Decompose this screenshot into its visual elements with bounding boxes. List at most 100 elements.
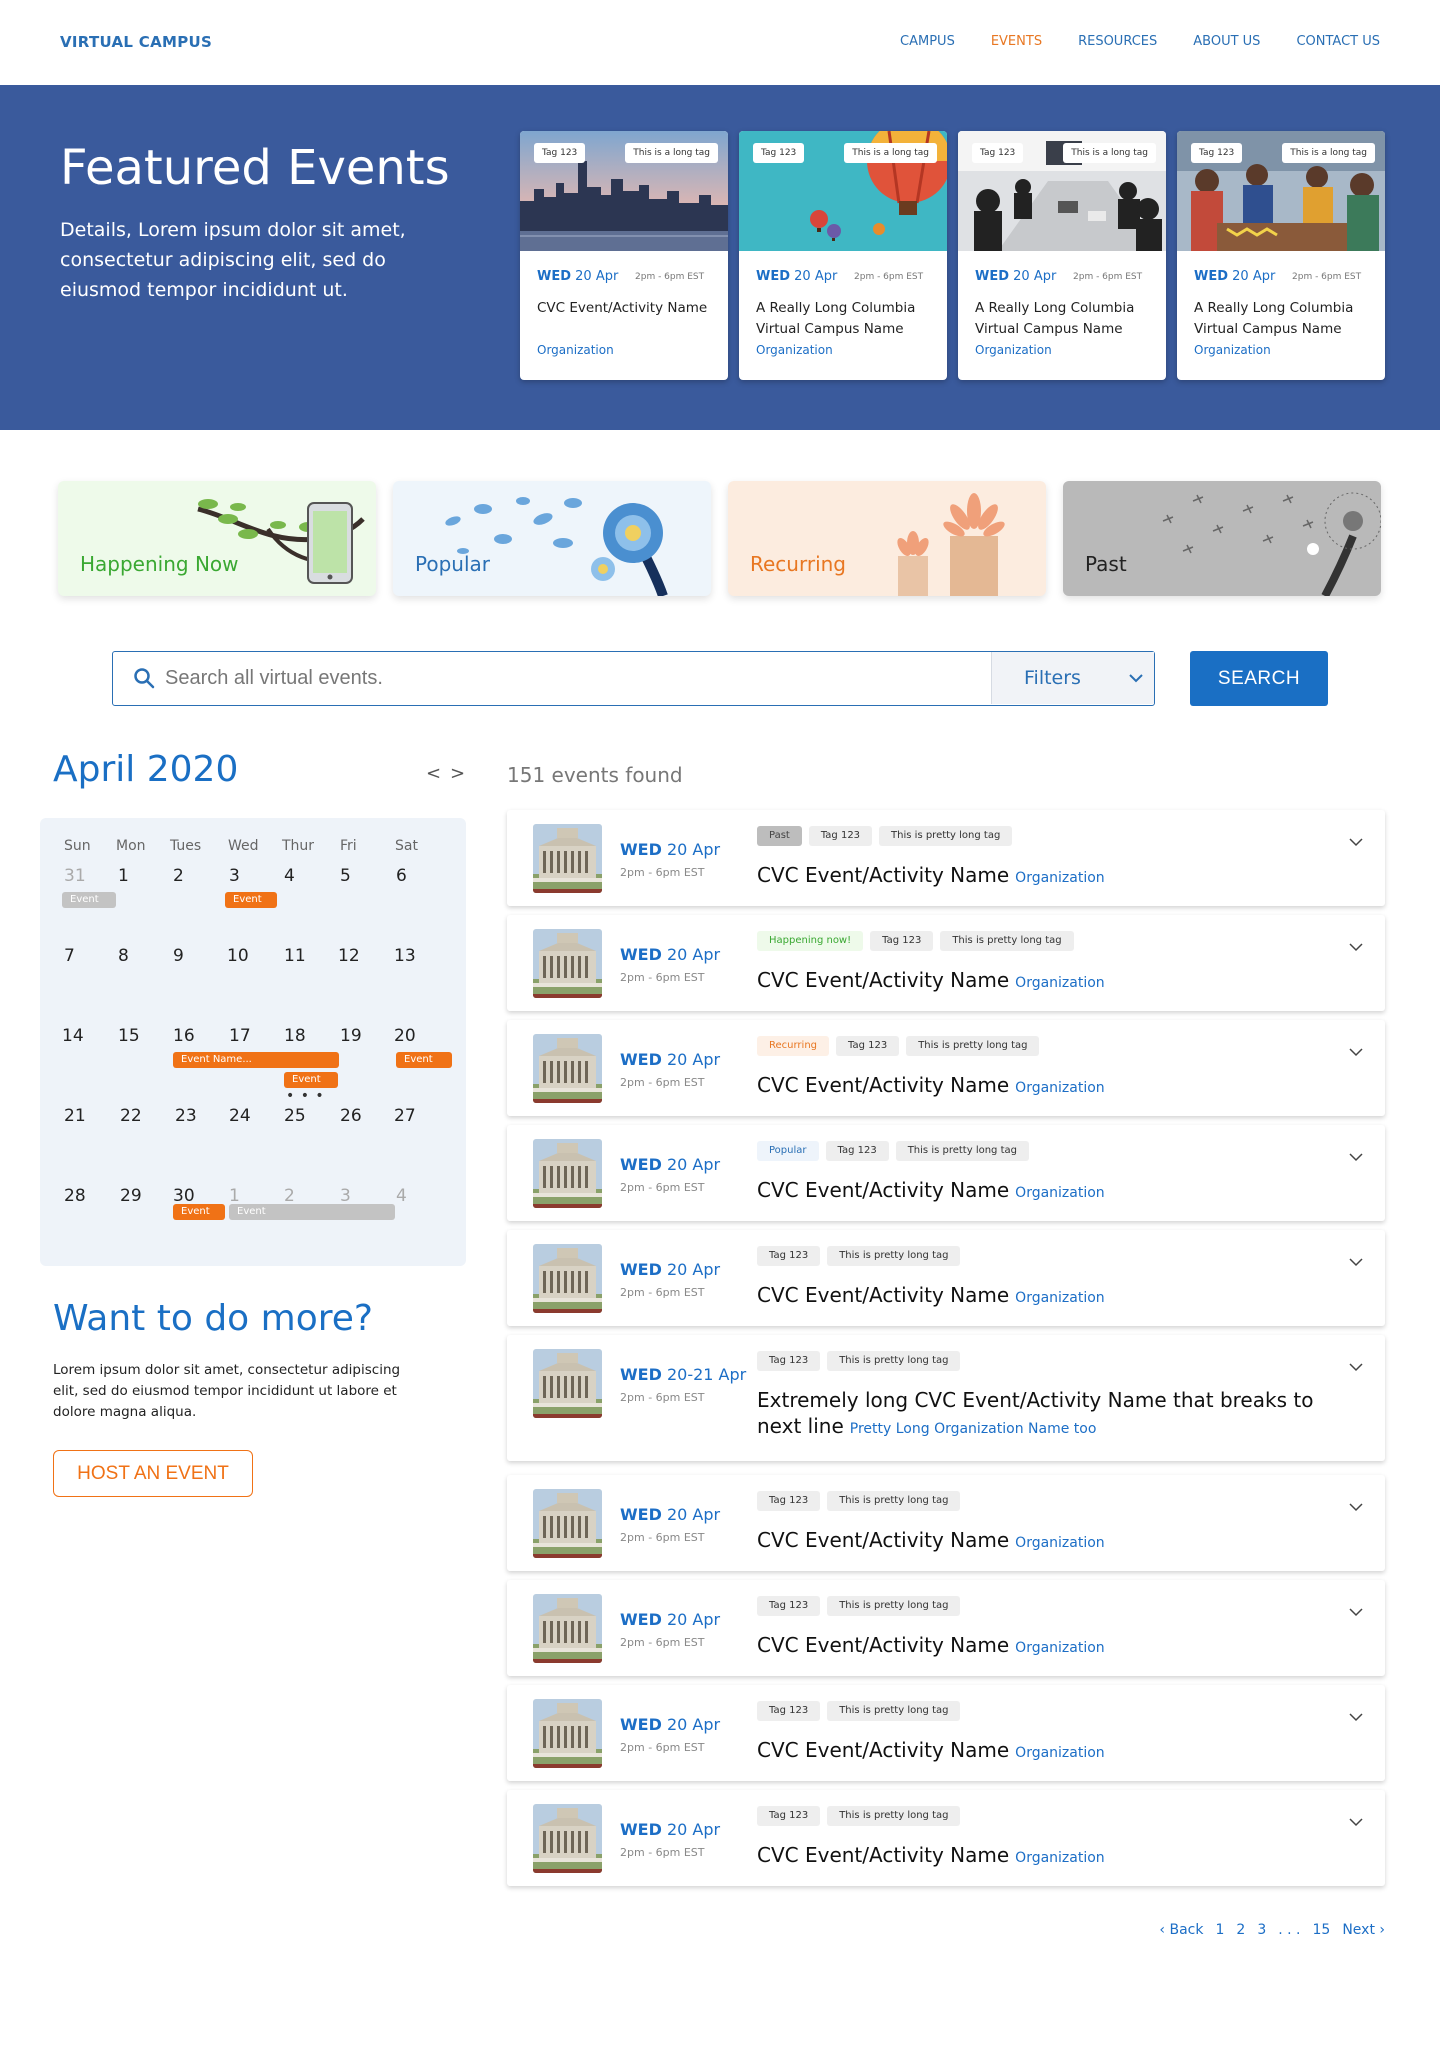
- host-event-button[interactable]: HOST AN EVENT: [53, 1450, 253, 1497]
- calendar-day[interactable]: 30: [173, 1186, 195, 1206]
- event-row[interactable]: WED 20 Apr 2pm - 6pm EST Happening now! Tag…: [507, 915, 1385, 1011]
- featured-event-card[interactable]: Tag 123 This is a long tag WED 20 Apr 2p…: [520, 131, 728, 380]
- calendar-day[interactable]: 2: [284, 1186, 295, 1206]
- pagination-next[interactable]: Next ›: [1342, 1922, 1385, 1938]
- featured-event-card[interactable]: Tag 123 This is a long tag WED 20 Apr 2p…: [958, 131, 1166, 380]
- calendar-day[interactable]: 12: [338, 946, 360, 966]
- event-organization[interactable]: Organization: [1015, 1080, 1105, 1096]
- calendar-day[interactable]: 15: [118, 1026, 140, 1046]
- calendar-day[interactable]: 16: [173, 1026, 195, 1046]
- expand-chevron-icon[interactable]: [1349, 1713, 1363, 1722]
- category-happening-now[interactable]: Happening Now: [58, 481, 376, 596]
- event-organization[interactable]: Organization: [1015, 1850, 1105, 1866]
- event-row[interactable]: WED 20 Apr 2pm - 6pm EST Past Tag 123 This i…: [507, 810, 1385, 906]
- event-row[interactable]: WED 20 Apr 2pm - 6pm EST Tag 123 This is pr…: [507, 1790, 1385, 1886]
- expand-chevron-icon[interactable]: [1349, 943, 1363, 952]
- pagination-page[interactable]: 1: [1215, 1922, 1224, 1938]
- expand-chevron-icon[interactable]: [1349, 838, 1363, 847]
- event-organization[interactable]: Organization: [1015, 1185, 1105, 1201]
- event-row[interactable]: WED 20-21 Apr 2pm - 6pm EST Tag 123 This is…: [507, 1335, 1385, 1461]
- pagination-page[interactable]: 3: [1257, 1922, 1266, 1938]
- event-organization[interactable]: Pretty Long Organization Name too: [850, 1421, 1097, 1437]
- featured-event-org[interactable]: Organization: [975, 343, 1052, 357]
- calendar-day[interactable]: 2: [173, 866, 184, 886]
- search-button[interactable]: SEARCH: [1190, 651, 1328, 706]
- expand-chevron-icon[interactable]: [1349, 1048, 1363, 1057]
- featured-event-org[interactable]: Organization: [1194, 343, 1271, 357]
- event-row[interactable]: WED 20 Apr 2pm - 6pm EST Tag 123 This is pr…: [507, 1580, 1385, 1676]
- nav-contact-us[interactable]: CONTACT US: [1296, 34, 1380, 49]
- calendar-day[interactable]: 7: [64, 946, 75, 966]
- calendar-event-bar[interactable]: Event: [62, 892, 116, 908]
- calendar-day[interactable]: 8: [118, 946, 129, 966]
- calendar-day[interactable]: 4: [284, 866, 295, 886]
- calendar-day[interactable]: 23: [175, 1106, 197, 1126]
- event-row[interactable]: WED 20 Apr 2pm - 6pm EST Tag 123 This is pr…: [507, 1685, 1385, 1781]
- calendar-event-bar[interactable]: Event: [225, 892, 277, 908]
- expand-chevron-icon[interactable]: [1349, 1818, 1363, 1827]
- pagination-page[interactable]: 15: [1313, 1922, 1331, 1938]
- event-organization[interactable]: Organization: [1015, 1290, 1105, 1306]
- category-past[interactable]: Past: [1063, 481, 1381, 596]
- expand-chevron-icon[interactable]: [1349, 1608, 1363, 1617]
- featured-event-org[interactable]: Organization: [756, 343, 833, 357]
- nav-about-us[interactable]: ABOUT US: [1193, 34, 1260, 49]
- nav-events[interactable]: EVENTS: [991, 34, 1042, 49]
- calendar-prev-icon[interactable]: <: [426, 763, 441, 784]
- calendar-next-icon[interactable]: >: [450, 763, 465, 784]
- calendar-day[interactable]: 27: [394, 1106, 416, 1126]
- calendar-event-bar[interactable]: Event: [229, 1204, 395, 1220]
- pagination-back[interactable]: ‹ Back: [1159, 1922, 1203, 1938]
- calendar-day[interactable]: 21: [64, 1106, 86, 1126]
- calendar-day[interactable]: 31: [64, 866, 86, 886]
- calendar-day[interactable]: 18: [284, 1026, 306, 1046]
- pagination-page[interactable]: 2: [1236, 1922, 1245, 1938]
- calendar-day[interactable]: 25: [284, 1106, 306, 1126]
- calendar-day[interactable]: 19: [340, 1026, 362, 1046]
- calendar-day[interactable]: 22: [120, 1106, 142, 1126]
- calendar-day[interactable]: 13: [394, 946, 416, 966]
- calendar-day[interactable]: 3: [340, 1186, 351, 1206]
- calendar-day[interactable]: 17: [229, 1026, 251, 1046]
- event-row[interactable]: WED 20 Apr 2pm - 6pm EST Popular Tag 123 Thi…: [507, 1125, 1385, 1221]
- event-organization[interactable]: Organization: [1015, 975, 1105, 991]
- event-row[interactable]: WED 20 Apr 2pm - 6pm EST Recurring Tag 123 T…: [507, 1020, 1385, 1116]
- event-row[interactable]: WED 20 Apr 2pm - 6pm EST Tag 123 This is pr…: [507, 1230, 1385, 1326]
- calendar-day[interactable]: 26: [340, 1106, 362, 1126]
- event-organization[interactable]: Organization: [1015, 870, 1105, 886]
- expand-chevron-icon[interactable]: [1349, 1363, 1363, 1372]
- calendar-day[interactable]: 14: [62, 1026, 84, 1046]
- calendar-day[interactable]: 5: [340, 866, 351, 886]
- expand-chevron-icon[interactable]: [1349, 1153, 1363, 1162]
- expand-chevron-icon[interactable]: [1349, 1258, 1363, 1267]
- category-popular[interactable]: Popular: [393, 481, 711, 596]
- featured-event-card[interactable]: Tag 123 This is a long tag WED 20 Apr 2p…: [1177, 131, 1385, 380]
- calendar-event-bar[interactable]: Event: [173, 1204, 225, 1220]
- calendar-event-bar[interactable]: Event Name...: [173, 1052, 339, 1068]
- filters-dropdown[interactable]: Filters: [991, 652, 1154, 704]
- calendar-day[interactable]: 28: [64, 1186, 86, 1206]
- featured-event-card[interactable]: Tag 123 This is a long tag WED 20 Apr 2p…: [739, 131, 947, 380]
- nav-campus[interactable]: CAMPUS: [900, 34, 955, 49]
- calendar-day[interactable]: 29: [120, 1186, 142, 1206]
- calendar-event-bar[interactable]: Event: [284, 1072, 338, 1088]
- nav-resources[interactable]: RESOURCES: [1078, 34, 1157, 49]
- calendar-day[interactable]: 9: [173, 946, 184, 966]
- calendar-day[interactable]: 24: [229, 1106, 251, 1126]
- event-row[interactable]: WED 20 Apr 2pm - 6pm EST Tag 123 This is pr…: [507, 1475, 1385, 1571]
- calendar-day[interactable]: 20: [394, 1026, 416, 1046]
- search-input[interactable]: [165, 654, 895, 702]
- category-recurring[interactable]: Recurring: [728, 481, 1046, 596]
- event-organization[interactable]: Organization: [1015, 1640, 1105, 1656]
- event-organization[interactable]: Organization: [1015, 1535, 1105, 1551]
- featured-event-org[interactable]: Organization: [537, 343, 614, 357]
- calendar-day[interactable]: 4: [396, 1186, 407, 1206]
- event-organization[interactable]: Organization: [1015, 1745, 1105, 1761]
- calendar-event-bar[interactable]: Event: [396, 1052, 452, 1068]
- expand-chevron-icon[interactable]: [1349, 1503, 1363, 1512]
- calendar-day[interactable]: 6: [396, 866, 407, 886]
- site-logo[interactable]: VIRTUAL CAMPUS: [60, 33, 212, 51]
- calendar-day[interactable]: 10: [227, 946, 249, 966]
- calendar-day[interactable]: 3: [229, 866, 240, 886]
- more-events-indicator[interactable]: • • •: [286, 1088, 325, 1104]
